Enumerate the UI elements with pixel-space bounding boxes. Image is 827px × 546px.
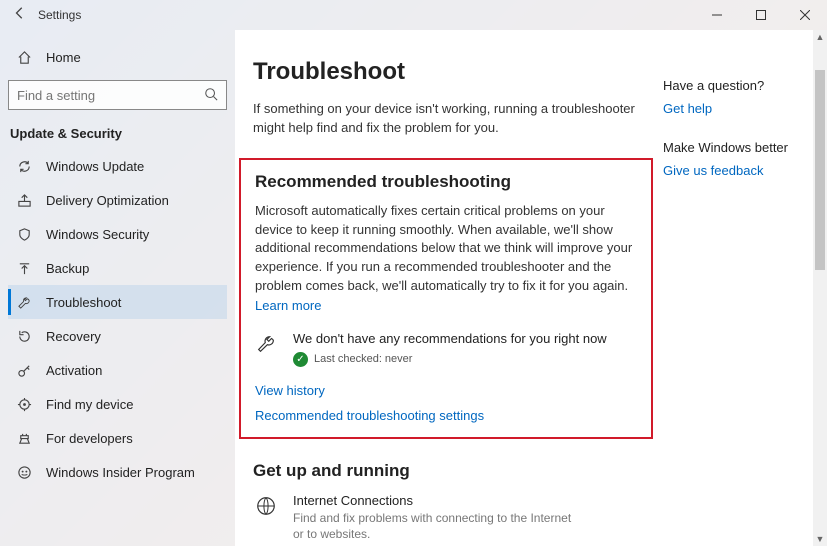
recommended-settings-link[interactable]: Recommended troubleshooting settings (255, 408, 637, 423)
feedback-heading: Make Windows better (663, 140, 817, 155)
sidebar-item-label: For developers (46, 431, 133, 446)
sidebar-item-windows-security[interactable]: Windows Security (8, 217, 227, 251)
sidebar-item-label: Windows Insider Program (46, 465, 195, 480)
troubleshooter-desc: Find and fix problems with connecting to… (293, 510, 583, 542)
sidebar-item-label: Backup (46, 261, 89, 276)
sidebar-item-delivery-optimization[interactable]: Delivery Optimization (8, 183, 227, 217)
recommended-box: Recommended troubleshooting Microsoft au… (239, 158, 653, 439)
recommended-body: Microsoft automatically fixes certain cr… (255, 202, 637, 296)
shield-icon (16, 227, 32, 242)
troubleshooter-item[interactable]: Internet Connections Find and fix proble… (253, 493, 647, 542)
search-box[interactable] (8, 80, 227, 110)
sidebar-item-label: Windows Update (46, 159, 144, 174)
scroll-up-icon[interactable]: ▲ (813, 30, 827, 44)
view-history-link[interactable]: View history (255, 383, 637, 398)
sidebar-item-find-my-device[interactable]: Find my device (8, 387, 227, 421)
get-help-link[interactable]: Get help (663, 101, 817, 116)
wrench-icon (16, 295, 32, 310)
sidebar-item-windows-update[interactable]: Windows Update (8, 149, 227, 183)
main-pane: Troubleshoot If something on your device… (235, 30, 827, 546)
last-checked: Last checked: never (314, 353, 412, 365)
sidebar: Home Update & Security Windows Update De… (0, 30, 235, 546)
troubleshooter-name: Internet Connections (293, 493, 583, 508)
scroll-thumb[interactable] (815, 70, 825, 270)
sidebar-item-troubleshoot[interactable]: Troubleshoot (8, 285, 227, 319)
sidebar-home[interactable]: Home (8, 40, 227, 74)
minimize-button[interactable] (695, 0, 739, 30)
locate-icon (16, 397, 32, 412)
key-icon (16, 363, 32, 378)
scroll-down-icon[interactable]: ▼ (813, 532, 827, 546)
refresh-icon (16, 159, 32, 174)
sidebar-item-insider-program[interactable]: Windows Insider Program (8, 455, 227, 489)
sidebar-item-label: Activation (46, 363, 102, 378)
search-input[interactable] (17, 88, 204, 103)
status-row: We don't have any recommendations for yo… (255, 331, 637, 367)
sidebar-item-backup[interactable]: Backup (8, 251, 227, 285)
home-icon (16, 50, 32, 65)
page-title: Troubleshoot (253, 58, 647, 86)
insider-icon (16, 465, 32, 480)
title-bar: Settings (0, 0, 827, 30)
back-button[interactable] (8, 6, 32, 24)
dev-icon (16, 431, 32, 446)
maximize-button[interactable] (739, 0, 783, 30)
learn-more-link[interactable]: Learn more (255, 298, 637, 313)
feedback-link[interactable]: Give us feedback (663, 163, 817, 178)
backup-icon (16, 261, 32, 276)
check-icon: ✓ (293, 352, 308, 367)
sidebar-item-label: Windows Security (46, 227, 149, 242)
search-icon (204, 87, 218, 104)
sidebar-item-label: Delivery Optimization (46, 193, 169, 208)
status-message: We don't have any recommendations for yo… (293, 331, 637, 346)
sidebar-nav: Windows Update Delivery Optimization Win… (8, 149, 227, 489)
aside: Have a question? Get help Make Windows b… (647, 58, 817, 546)
wrench-icon (255, 331, 279, 358)
sidebar-item-activation[interactable]: Activation (8, 353, 227, 387)
sidebar-item-label: Recovery (46, 329, 101, 344)
getup-heading: Get up and running (253, 461, 647, 481)
sidebar-item-for-developers[interactable]: For developers (8, 421, 227, 455)
recommended-heading: Recommended troubleshooting (255, 172, 637, 192)
delivery-icon (16, 193, 32, 208)
scrollbar[interactable]: ▲ ▼ (813, 30, 827, 546)
recovery-icon (16, 329, 32, 344)
close-button[interactable] (783, 0, 827, 30)
window-title: Settings (38, 8, 81, 22)
sidebar-home-label: Home (46, 50, 81, 65)
page-intro: If something on your device isn't workin… (253, 100, 647, 138)
sidebar-item-label: Troubleshoot (46, 295, 121, 310)
question-heading: Have a question? (663, 78, 817, 93)
sidebar-category: Update & Security (8, 120, 227, 149)
globe-icon (253, 493, 279, 542)
sidebar-item-label: Find my device (46, 397, 133, 412)
sidebar-item-recovery[interactable]: Recovery (8, 319, 227, 353)
